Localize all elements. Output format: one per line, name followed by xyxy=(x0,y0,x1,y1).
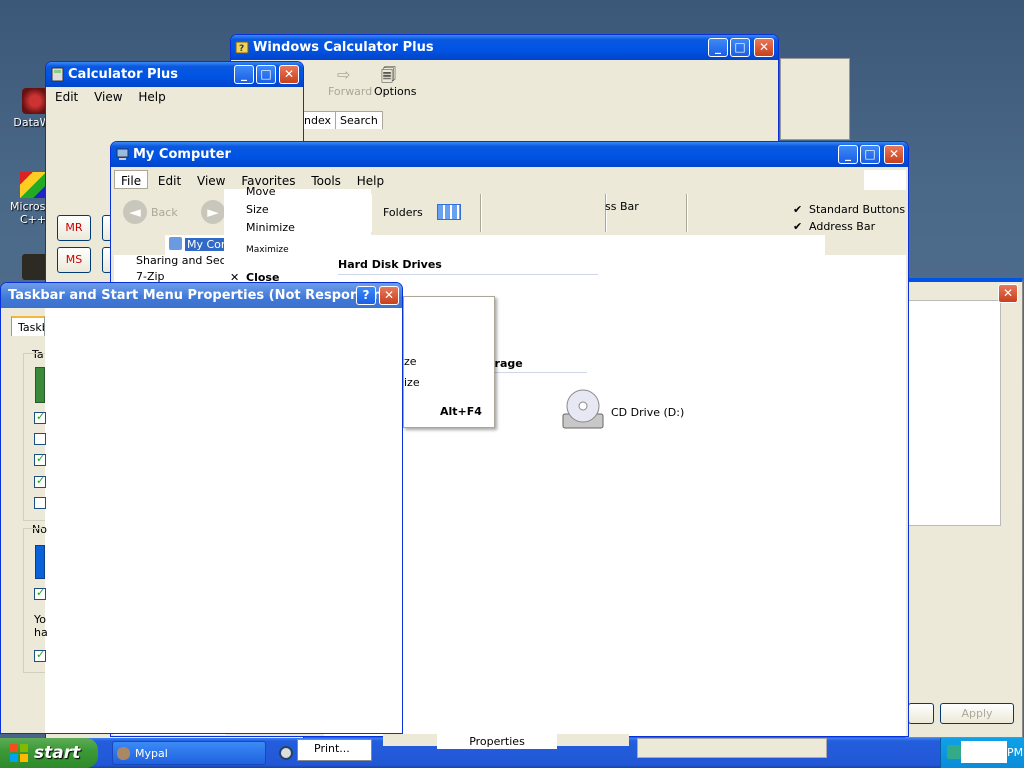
minimize-button[interactable]: _ xyxy=(708,38,728,57)
menu-item-close-shortcut[interactable]: Alt+F4 xyxy=(404,403,494,421)
quick-launch-icon[interactable] xyxy=(279,746,293,760)
calculator-icon xyxy=(51,67,64,82)
toolbars-submenu: ✔ Standard Buttons ✔ Address Bar xyxy=(787,198,907,238)
window-title: Calculator Plus xyxy=(68,67,179,82)
menu-item-maximize[interactable]: ize xyxy=(404,374,494,392)
taskbar-item-mypal[interactable]: Mypal xyxy=(112,741,266,765)
clock[interactable]: PM xyxy=(1007,746,1023,759)
taskbar-properties-window: Taskbar and Start Menu Properties (Not R… xyxy=(0,282,403,734)
close-button[interactable]: ✕ xyxy=(754,38,774,57)
svg-text:?: ? xyxy=(239,44,244,54)
system-tray: PM xyxy=(940,738,1024,768)
toolbar-separator xyxy=(480,194,482,232)
context-menu-fragment: ze ize Alt+F4 xyxy=(403,296,495,428)
options-button[interactable]: Options xyxy=(374,85,416,98)
back-arrow-icon: ◄ xyxy=(123,200,147,224)
menu-bar-blank xyxy=(864,170,906,190)
maximize-button[interactable]: □ xyxy=(860,145,880,164)
menu-item-size[interactable]: Size xyxy=(224,201,371,219)
toolbar-separator xyxy=(686,194,688,232)
forward-button[interactable]: Forward xyxy=(328,85,372,98)
menu-file[interactable]: File xyxy=(114,170,149,189)
background-window-1 xyxy=(780,58,850,140)
start-button[interactable]: start xyxy=(0,738,98,768)
apply-button[interactable]: Apply xyxy=(940,703,1014,724)
taskbar-item-print[interactable]: Print... xyxy=(297,739,372,761)
taskbar-item-label: Mypal xyxy=(135,747,168,760)
window-title: Taskbar and Start Menu Properties (Not R… xyxy=(8,288,398,303)
section-hard-disk-drives: Hard Disk Drives xyxy=(338,258,442,271)
minimize-button[interactable]: _ xyxy=(838,145,858,164)
menu-bar: Edit View Help xyxy=(49,87,300,107)
help-book-icon: ? xyxy=(235,41,249,54)
minimize-button[interactable]: _ xyxy=(234,65,254,84)
group-border xyxy=(23,353,45,521)
forward-arrow-icon: ⇨ xyxy=(337,65,351,84)
maximize-button[interactable]: □ xyxy=(730,38,750,57)
start-label: start xyxy=(34,743,81,763)
check-icon: ✔ xyxy=(793,203,803,216)
tab-search[interactable]: Search xyxy=(335,111,383,129)
background-close-button[interactable]: ✕ xyxy=(998,284,1018,303)
folders-button[interactable]: Folders xyxy=(383,206,423,219)
title-bar[interactable]: My Computer xyxy=(111,142,908,167)
memory-store-button[interactable]: MS xyxy=(57,247,91,273)
menu-item-address-bar[interactable]: ✔ Address Bar xyxy=(787,218,907,236)
taskbar: start Mypal Print... Properties PM xyxy=(0,734,1024,768)
title-bar[interactable]: ? Windows Calculator Plus xyxy=(231,35,778,60)
close-button[interactable]: ✕ xyxy=(379,286,399,305)
my-computer-icon xyxy=(116,148,129,160)
visual-cpp-icon xyxy=(20,172,46,198)
tab-taskbar[interactable]: Taskb xyxy=(11,316,45,336)
help-button[interactable]: ? xyxy=(356,286,376,305)
group-border xyxy=(23,528,45,673)
tray-blank xyxy=(961,741,1007,763)
window-title: My Computer xyxy=(133,147,231,162)
windows-calculator-plus-window: ? Windows Calculator Plus _ □ ✕ ck ⇨ For… xyxy=(230,34,779,142)
menu-edit[interactable]: Edit xyxy=(152,171,187,188)
cd-drive-item[interactable]: CD Drive (D:) xyxy=(559,386,699,436)
tab-index[interactable]: ndex xyxy=(299,111,337,129)
taskbar-item-blank[interactable] xyxy=(637,738,827,758)
memory-recall-button[interactable]: MR xyxy=(57,215,91,241)
forward-arrow-icon: ► xyxy=(201,200,225,224)
window-body-blank xyxy=(45,308,402,733)
menu-item-minimize[interactable]: Minimize xyxy=(224,219,371,237)
menu-view[interactable]: View xyxy=(88,87,128,104)
background-window-panel xyxy=(905,300,1001,526)
close-button[interactable]: ✕ xyxy=(884,145,904,164)
menu-item-move[interactable]: Move xyxy=(224,183,371,201)
menu-item-standard-buttons[interactable]: ✔ Standard Buttons xyxy=(787,201,907,219)
window-title: Windows Calculator Plus xyxy=(253,40,434,55)
tray-icon[interactable] xyxy=(947,745,961,759)
section-divider xyxy=(338,274,598,275)
taskbar-item-properties-label[interactable]: Properties xyxy=(437,734,557,749)
back-button[interactable]: Back xyxy=(151,206,178,219)
cd-drive-label: CD Drive (D:) xyxy=(611,406,685,419)
menu-item-size[interactable]: ze xyxy=(404,353,494,371)
section-divider xyxy=(487,372,587,373)
toolbars-menu-partial[interactable]: ss Bar xyxy=(605,200,639,213)
cd-drive-icon xyxy=(562,389,604,429)
views-icon[interactable] xyxy=(437,204,461,220)
check-icon: ✔ xyxy=(793,220,803,233)
title-bar[interactable]: Taskbar and Start Menu Properties (Not R… xyxy=(1,283,402,308)
menu-help[interactable]: Help xyxy=(132,87,171,104)
background-ok-button[interactable] xyxy=(908,703,934,724)
windows-logo-icon xyxy=(10,744,28,762)
mypal-icon xyxy=(117,747,130,760)
address-computer-icon xyxy=(169,237,182,250)
maximize-button[interactable]: □ xyxy=(256,65,276,84)
close-button[interactable]: ✕ xyxy=(279,65,299,84)
menu-edit[interactable]: Edit xyxy=(49,87,84,104)
